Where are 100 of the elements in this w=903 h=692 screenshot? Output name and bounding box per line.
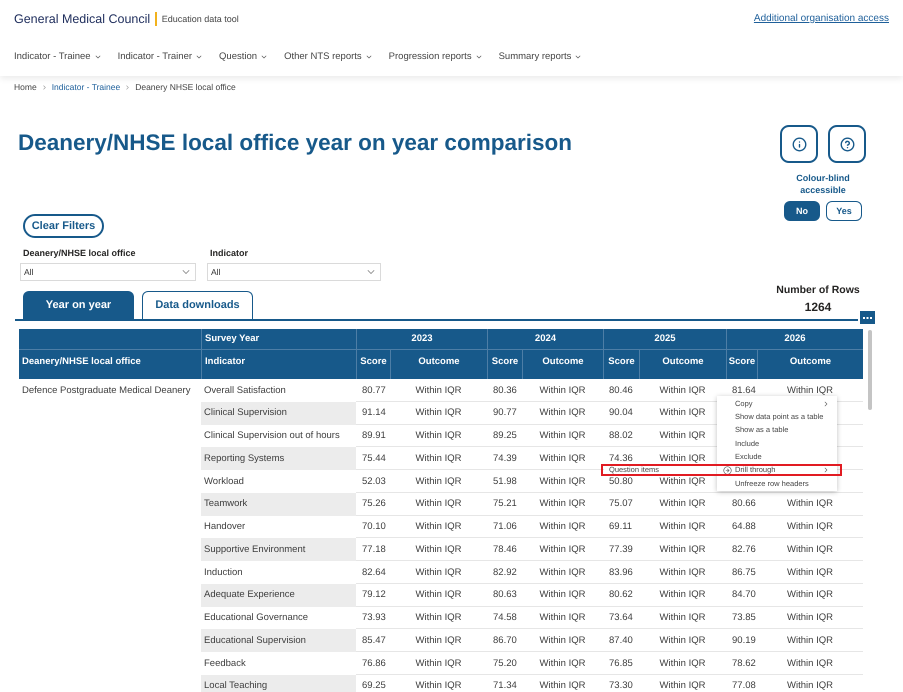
table-cell: 82.92: [493, 568, 517, 578]
table-cell: 52.03: [362, 476, 386, 486]
table-cell: Within IQR: [787, 568, 833, 578]
table-cell: Within IQR: [660, 499, 706, 509]
nav-menu[interactable]: Indicator - Trainer: [118, 52, 204, 62]
chevron-right-icon: [822, 400, 830, 408]
table-cell: Within IQR: [416, 544, 462, 554]
table-cell: Within IQR: [660, 522, 706, 532]
column-header: Outcome: [639, 350, 726, 379]
toggle-option[interactable]: No: [784, 201, 820, 221]
table-cell: 79.12: [362, 590, 386, 600]
table-cell: Within IQR: [540, 408, 586, 418]
table-cell: 77.39: [609, 544, 633, 554]
year-header: 2025: [603, 329, 726, 350]
table-cell: 73.93: [362, 613, 386, 623]
table-cell: Within IQR: [787, 499, 833, 509]
table-cell: Within IQR: [540, 658, 586, 668]
table-cell: 80.46: [609, 386, 633, 396]
table-cell: 89.91: [362, 431, 386, 441]
table-cell: 77.08: [732, 681, 756, 691]
nav-menu[interactable]: Other NTS reports: [284, 52, 373, 62]
table-cell: Within IQR: [416, 681, 462, 691]
table-cell: Within IQR: [416, 476, 462, 486]
table-cell: 90.04: [609, 408, 633, 418]
table-cell: Defence Postgraduate Medical Deanery: [22, 386, 190, 396]
help-button[interactable]: [828, 125, 866, 163]
table-cell: Within IQR: [416, 386, 462, 396]
table-cell: 91.14: [362, 408, 386, 418]
table-cell: 82.76: [732, 544, 756, 554]
tab[interactable]: Year on year: [23, 291, 134, 319]
clear-filters-button[interactable]: Clear Filters: [23, 214, 104, 238]
breadcrumb-item[interactable]: Home: [14, 82, 37, 92]
table-cell: 75.44: [362, 454, 386, 464]
table-cell: 74.36: [609, 454, 633, 464]
column-header: Score: [487, 350, 522, 379]
table-cell: Within IQR: [540, 681, 586, 691]
filter-dropdown[interactable]: All: [20, 263, 196, 281]
chevron-down-icon: [364, 53, 373, 61]
table-cell: 80.77: [362, 386, 386, 396]
filter-dropdown[interactable]: All: [207, 263, 381, 281]
tab[interactable]: Data downloads: [142, 291, 253, 319]
table-cell: 71.06: [493, 522, 517, 532]
scrollbar-thumb[interactable]: [868, 330, 872, 410]
account-link[interactable]: Additional organisation access: [754, 14, 889, 24]
table-cell: Within IQR: [787, 636, 833, 646]
table-cell: Within IQR: [660, 658, 706, 668]
table-cell: 74.58: [493, 613, 517, 623]
toggle-option[interactable]: Yes: [826, 201, 862, 221]
table-cell: Within IQR: [416, 568, 462, 578]
table-cell: 75.21: [493, 499, 517, 509]
table-cell: Within IQR: [660, 408, 706, 418]
table-cell: 86.75: [732, 568, 756, 578]
breadcrumb-item[interactable]: Deanery NHSE local office: [135, 82, 236, 92]
table-cell: Within IQR: [540, 613, 586, 623]
breadcrumb-item[interactable]: Indicator - Trainee: [52, 82, 120, 92]
table-cell: 73.64: [609, 613, 633, 623]
table-cell: 78.62: [732, 658, 756, 668]
table-cell: 84.70: [732, 590, 756, 600]
table-cell: Within IQR: [416, 431, 462, 441]
table-cell: 50.80: [609, 476, 633, 486]
table-cell: Within IQR: [416, 636, 462, 646]
table-cell: Handover: [201, 516, 356, 538]
table-cell: Within IQR: [660, 454, 706, 464]
chevron-down-icon: [574, 53, 582, 61]
table-cell: 73.85: [732, 613, 756, 623]
table-cell: 87.40: [609, 636, 633, 646]
table-cell: Within IQR: [416, 590, 462, 600]
table-cell: 90.77: [493, 408, 517, 418]
more-options-button[interactable]: [860, 311, 875, 324]
logo[interactable]: General Medical Council: [14, 12, 150, 26]
table-cell: 76.86: [362, 658, 386, 668]
table-cell: Educational Governance: [201, 606, 356, 630]
table-cell: 80.66: [732, 499, 756, 509]
chevron-down-icon: [474, 53, 483, 61]
column-header: Outcome: [390, 350, 487, 379]
table-cell: 51.98: [493, 476, 517, 486]
nav-menu[interactable]: Summary reports: [498, 52, 582, 62]
table-cell: Within IQR: [540, 636, 586, 646]
table-cell: 90.19: [732, 636, 756, 646]
table-cell: Within IQR: [787, 613, 833, 623]
table-cell: Reporting Systems: [201, 447, 356, 470]
table-cell: Within IQR: [540, 522, 586, 532]
table-cell: 85.47: [362, 636, 386, 646]
table-cell: 88.02: [609, 431, 633, 441]
nav-menu[interactable]: Question: [219, 52, 268, 62]
filter-label: Indicator: [209, 247, 250, 259]
year-header: 2024: [487, 329, 603, 350]
nav-menu[interactable]: Indicator - Trainee: [14, 52, 102, 62]
column-header: Outcome: [757, 350, 863, 379]
table-cell: 64.88: [732, 522, 756, 532]
arrow-circle-icon: [723, 466, 732, 475]
table-cell: Within IQR: [660, 544, 706, 554]
table-cell: 83.96: [609, 568, 633, 578]
nav-menu[interactable]: Progression reports: [388, 52, 483, 62]
info-button[interactable]: [780, 125, 818, 163]
chevron-right-icon: [822, 466, 830, 474]
table-cell: 82.64: [362, 568, 386, 578]
chevron-right-icon: [40, 84, 48, 90]
table-cell: 69.11: [609, 522, 632, 532]
column-header: Score: [356, 350, 390, 379]
